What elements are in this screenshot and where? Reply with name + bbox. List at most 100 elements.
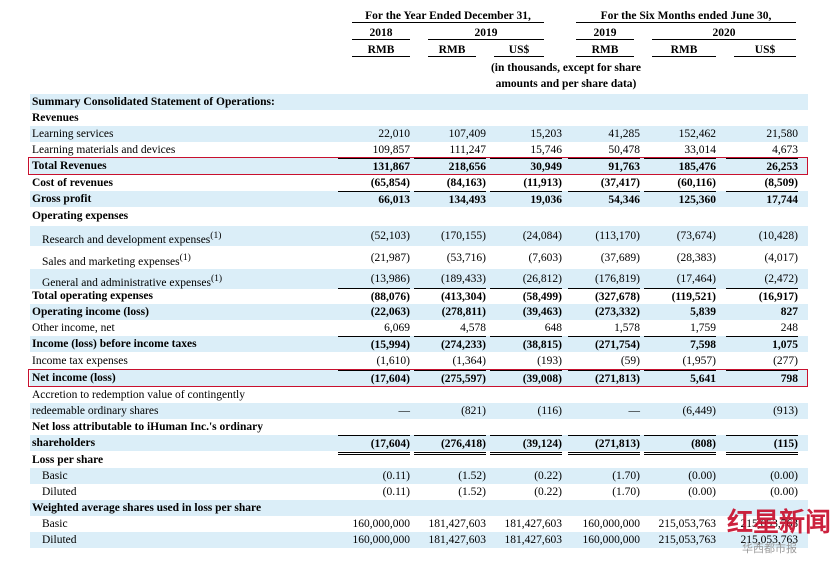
value-cell: 6,069: [384, 322, 410, 334]
table-row: Operating income (loss) (22,063) (278,811)…: [30, 304, 808, 320]
value-cell: (10,428): [758, 230, 798, 242]
value-cell: (21,987): [370, 252, 410, 264]
value-cell: (37,417): [600, 177, 640, 189]
table-row: Basic (0.11) (1.52) (0.22) (1.70) (0.00) (0.00…: [30, 468, 808, 484]
value-cell: (278,811): [441, 306, 486, 318]
value-cell: (1.70): [612, 470, 640, 482]
watermark-subtitle: 华西都市报: [742, 542, 797, 555]
value-cell: 15,746: [530, 144, 562, 156]
value-cell: (37,689): [600, 252, 640, 264]
value-cell: (65,854): [370, 177, 410, 189]
value-cell: (52,103): [370, 230, 410, 242]
six-months-header: For the Six Months ended June 30,: [576, 10, 796, 23]
value-cell: (8,509): [764, 177, 798, 189]
value-cell: 181,427,603: [504, 534, 563, 546]
row-label: Accretion to redemption value of conting…: [32, 389, 246, 401]
row-label: Diluted: [42, 486, 77, 498]
value-cell: (22,063): [370, 306, 410, 318]
value-cell: (1.52): [458, 470, 486, 482]
value-cell: 215,053,763: [658, 518, 717, 530]
net-income-highlight: [28, 369, 808, 387]
value-cell: (0.00): [770, 470, 798, 482]
value-cell: 160,000,000: [352, 534, 411, 546]
table-row: Income (loss) before income taxes (15,994…: [30, 336, 808, 352]
value-cell: 111,247: [449, 144, 486, 156]
year-ended-header: For the Year Ended December 31,: [352, 10, 544, 23]
table-row: Diluted 160,000,000 181,427,603 181,427,603…: [30, 532, 808, 548]
value-cell: 160,000,000: [582, 534, 641, 546]
value-cell: 41,285: [608, 128, 640, 140]
watermark-logo: 红星新闻: [726, 508, 831, 538]
value-cell: 134,493: [414, 191, 486, 208]
value-cell: (0.11): [382, 486, 410, 498]
value-cell: (0.00): [688, 486, 716, 498]
col-year-2018: 2018: [352, 27, 410, 40]
row-label: Operating income (loss): [32, 306, 149, 318]
table-row: Loss per share: [30, 452, 808, 468]
row-label: Learning services: [32, 128, 114, 140]
row-label: Diluted: [42, 534, 77, 546]
value-cell: 54,346: [568, 191, 640, 208]
row-label: Basic: [42, 470, 68, 482]
value-cell: (88,076): [338, 288, 410, 305]
total-revenues-highlight: [28, 157, 808, 175]
value-cell: (39,463): [522, 306, 562, 318]
value-cell: (15,994): [338, 336, 410, 353]
row-label: Net loss attributable to iHuman Inc.'s o…: [32, 421, 263, 433]
table-row: Weighted average shares used in loss per…: [30, 500, 808, 516]
value-cell: 17,744: [726, 191, 798, 208]
value-cell: (113,170): [595, 230, 640, 242]
value-cell: (913): [773, 405, 798, 417]
value-cell: 5,839: [690, 306, 716, 318]
value-cell: (1,364): [452, 355, 486, 367]
table-row: Operating expenses: [30, 208, 808, 224]
currency-usd-2019: US$: [494, 44, 544, 57]
footnote-marker: (1): [179, 252, 191, 263]
row-label: redeemable ordinary shares: [32, 405, 159, 417]
table-row: redeemable ordinary shares — (821) (116) — (6…: [30, 403, 808, 419]
value-cell: 1,578: [614, 322, 640, 334]
col-six-2020: 2020: [652, 27, 796, 40]
table-row: Net loss attributable to iHuman Inc.'s o…: [30, 419, 808, 435]
table-row: Summary Consolidated Statement of Operat…: [30, 94, 808, 110]
value-cell: (277): [773, 355, 798, 367]
value-cell: (7,603): [528, 252, 562, 264]
row-label: Summary Consolidated Statement of Operat…: [32, 96, 275, 108]
value-cell: (60,116): [677, 177, 716, 189]
value-cell: (193): [537, 355, 562, 367]
value-cell: —: [398, 405, 411, 417]
value-cell: (1,957): [682, 355, 716, 367]
footnote-marker: (1): [210, 230, 222, 241]
row-label: Loss per share: [32, 454, 104, 466]
row-label: shareholders: [32, 437, 96, 449]
value-cell: 181,427,603: [428, 518, 487, 530]
table-row: Income tax expenses (1,610) (1,364) (193) (5…: [30, 353, 808, 369]
value-cell: (274,233): [414, 336, 486, 353]
value-cell: 152,462: [678, 128, 716, 140]
row-label: Operating expenses: [32, 210, 129, 222]
value-cell: 181,427,603: [504, 518, 563, 530]
value-cell: (16,917): [726, 288, 798, 305]
row-label: Total operating expenses: [32, 290, 153, 302]
value-cell: (116): [537, 405, 562, 417]
value-cell: (38,815): [490, 336, 562, 353]
table-row: shareholders (17,604) (276,418) (39,124) (27…: [30, 435, 808, 455]
value-cell: (6,449): [682, 405, 716, 417]
value-cell: (327,678): [568, 288, 640, 305]
value-cell: 160,000,000: [352, 518, 411, 530]
value-cell: 4,673: [772, 144, 798, 156]
table-row: General and administrative expenses(1) (1…: [30, 269, 808, 289]
row-label: Research and development expenses(1): [42, 230, 222, 246]
value-cell: —: [628, 405, 641, 417]
value-cell: 109,857: [372, 144, 410, 156]
value-cell: (11,913): [523, 177, 562, 189]
value-cell: (0.22): [534, 470, 562, 482]
value-cell: 248: [780, 322, 798, 334]
value-cell: 125,360: [644, 191, 716, 208]
value-cell: (0.00): [770, 486, 798, 498]
table-row: Research and development expenses(1) (52,…: [30, 226, 808, 246]
value-cell: (59): [620, 355, 640, 367]
table-row: Other income, net 6,069 4,578 648 1,578 1,759…: [30, 320, 808, 336]
value-cell: (73,674): [676, 230, 716, 242]
row-label: Income tax expenses: [32, 355, 128, 367]
